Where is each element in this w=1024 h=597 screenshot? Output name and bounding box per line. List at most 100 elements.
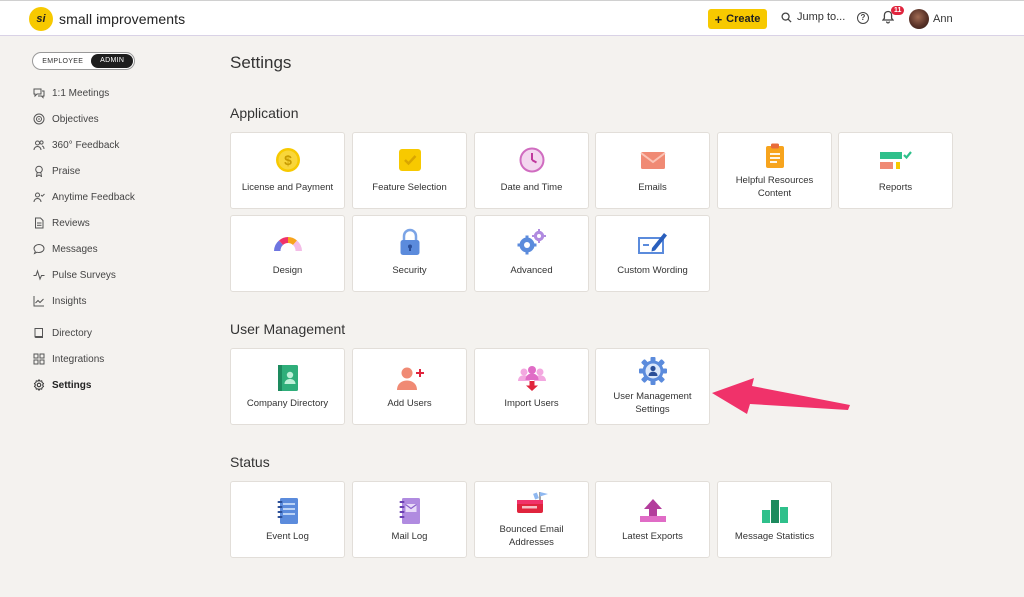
tile-import-users[interactable]: Import Users xyxy=(474,348,589,425)
target-icon xyxy=(33,113,45,125)
tile-label: Add Users xyxy=(387,398,432,409)
tile-date-and-time[interactable]: Date and Time xyxy=(474,132,589,209)
page-title: Settings xyxy=(230,53,292,72)
tile-security[interactable]: Security xyxy=(352,215,467,292)
user-name[interactable]: Ann xyxy=(933,13,953,25)
tile-feature-selection[interactable]: Feature Selection xyxy=(352,132,467,209)
tile-reports[interactable]: Reports xyxy=(838,132,953,209)
top-bar: si small improvements + Create Jump to..… xyxy=(0,0,1024,36)
address-book-icon xyxy=(277,365,298,391)
annotation-arrow-icon xyxy=(712,378,850,414)
jump-to-search[interactable]: Jump to... xyxy=(781,11,845,23)
add-user-icon xyxy=(396,367,424,390)
tile-bounced-email-addresses[interactable]: Bounced Email Addresses xyxy=(474,481,589,558)
sidebar-item-messages[interactable]: Messages xyxy=(33,243,98,255)
user-gear-icon xyxy=(638,357,667,385)
sidebar-item-label: 1:1 Meetings xyxy=(52,87,110,99)
tile-label: User Management Settings xyxy=(613,391,692,415)
sidebar-item-reviews[interactable]: Reviews xyxy=(33,217,90,229)
tile-license-and-payment[interactable]: $ License and Payment xyxy=(230,132,345,209)
tile-event-log[interactable]: Event Log xyxy=(230,481,345,558)
upload-icon xyxy=(639,499,666,522)
tile-label: Feature Selection xyxy=(372,182,447,193)
notebook-icon xyxy=(277,498,298,524)
tile-label: Mail Log xyxy=(391,531,428,542)
sidebar-item-label: Reviews xyxy=(52,217,90,229)
sidebar-item-label: 360° Feedback xyxy=(52,139,120,151)
checkbox-icon xyxy=(398,149,421,171)
tile-latest-exports[interactable]: Latest Exports xyxy=(595,481,710,558)
create-label: Create xyxy=(726,13,761,25)
create-button[interactable]: + Create xyxy=(708,9,767,29)
sidebar-item-objectives[interactable]: Objectives xyxy=(33,113,99,125)
bar-stats-icon xyxy=(761,500,788,523)
search-icon xyxy=(781,11,792,23)
tile-company-directory[interactable]: Company Directory xyxy=(230,348,345,425)
sidebar-item-insights[interactable]: Insights xyxy=(33,295,86,307)
import-users-icon xyxy=(517,366,546,391)
tile-label: Bounced Email Addresses xyxy=(499,524,564,548)
chat-bubbles-icon xyxy=(33,87,45,99)
sidebar-item-meetings[interactable]: 1:1 Meetings xyxy=(33,87,109,99)
sidebar-item-label: Anytime Feedback xyxy=(52,191,135,203)
sidebar-item-praise[interactable]: Praise xyxy=(33,165,80,177)
clock-icon xyxy=(519,147,544,173)
sidebar-item-label: Integrations xyxy=(52,353,105,365)
help-icon[interactable]: ? xyxy=(857,12,869,24)
tile-label: Reports xyxy=(878,182,913,193)
svg-text:$: $ xyxy=(284,152,292,168)
document-icon xyxy=(33,217,45,229)
person-check-icon xyxy=(33,191,45,203)
tile-helpful-resources-content[interactable]: Helpful Resources Content xyxy=(717,132,832,209)
tile-label: Company Directory xyxy=(246,398,329,409)
book-icon xyxy=(33,327,45,339)
sidebar-item-integrations[interactable]: Integrations xyxy=(33,353,104,365)
sidebar-item-settings[interactable]: Settings xyxy=(33,379,91,391)
notification-badge: 11 xyxy=(891,6,905,15)
jump-label: Jump to... xyxy=(797,11,846,23)
tile-advanced[interactable]: Advanced xyxy=(474,215,589,292)
sidebar-item-pulse-surveys[interactable]: Pulse Surveys xyxy=(33,269,116,281)
role-employee[interactable]: EMPLOYEE xyxy=(34,58,91,65)
tile-design[interactable]: Design xyxy=(230,215,345,292)
tile-label: Advanced xyxy=(510,265,553,276)
mailbox-icon xyxy=(516,492,548,513)
tile-user-management-settings[interactable]: User Management Settings xyxy=(595,348,710,425)
tile-emails[interactable]: Emails xyxy=(595,132,710,209)
tile-label: License and Payment xyxy=(241,182,334,193)
tile-label: Helpful Resources Content xyxy=(735,175,814,199)
sidebar-item-anytime-feedback[interactable]: Anytime Feedback xyxy=(33,191,135,203)
people-icon xyxy=(33,139,45,151)
tile-message-statistics[interactable]: Message Statistics xyxy=(717,481,832,558)
chart-icon xyxy=(33,295,45,307)
edit-card-icon xyxy=(637,233,667,254)
section-title-user-management: User Management xyxy=(230,321,346,337)
tile-add-users[interactable]: Add Users xyxy=(352,348,467,425)
logo[interactable]: si small improvements xyxy=(29,7,185,31)
tile-label: Date and Time xyxy=(500,182,563,193)
role-toggle[interactable]: EMPLOYEE ADMIN xyxy=(32,52,135,70)
mail-notebook-icon xyxy=(399,498,420,524)
envelope-icon xyxy=(639,152,666,169)
sidebar-item-label: Pulse Surveys xyxy=(52,269,116,281)
sidebar-item-label: Messages xyxy=(52,243,98,255)
tile-label: Import Users xyxy=(504,398,559,409)
sidebar-item-label: Settings xyxy=(52,379,92,391)
tile-label: Latest Exports xyxy=(622,531,683,542)
section-title-status: Status xyxy=(230,454,270,470)
lock-icon xyxy=(400,228,419,255)
sidebar-item-label: Praise xyxy=(52,165,81,177)
sidebar-item-directory[interactable]: Directory xyxy=(33,327,92,339)
sidebar-item-360-feedback[interactable]: 360° Feedback xyxy=(33,139,119,151)
clipboard-icon xyxy=(765,143,784,168)
role-admin[interactable]: ADMIN xyxy=(91,54,133,68)
logo-text: small improvements xyxy=(59,11,186,27)
tile-label: Security xyxy=(392,265,427,276)
color-arc-icon xyxy=(273,237,302,251)
avatar[interactable] xyxy=(909,9,929,29)
tile-custom-wording[interactable]: Custom Wording xyxy=(595,215,710,292)
tile-mail-log[interactable]: Mail Log xyxy=(352,481,467,558)
tile-label: Event Log xyxy=(266,531,309,542)
tile-label: Message Statistics xyxy=(734,531,815,542)
gear-icon xyxy=(33,379,45,391)
